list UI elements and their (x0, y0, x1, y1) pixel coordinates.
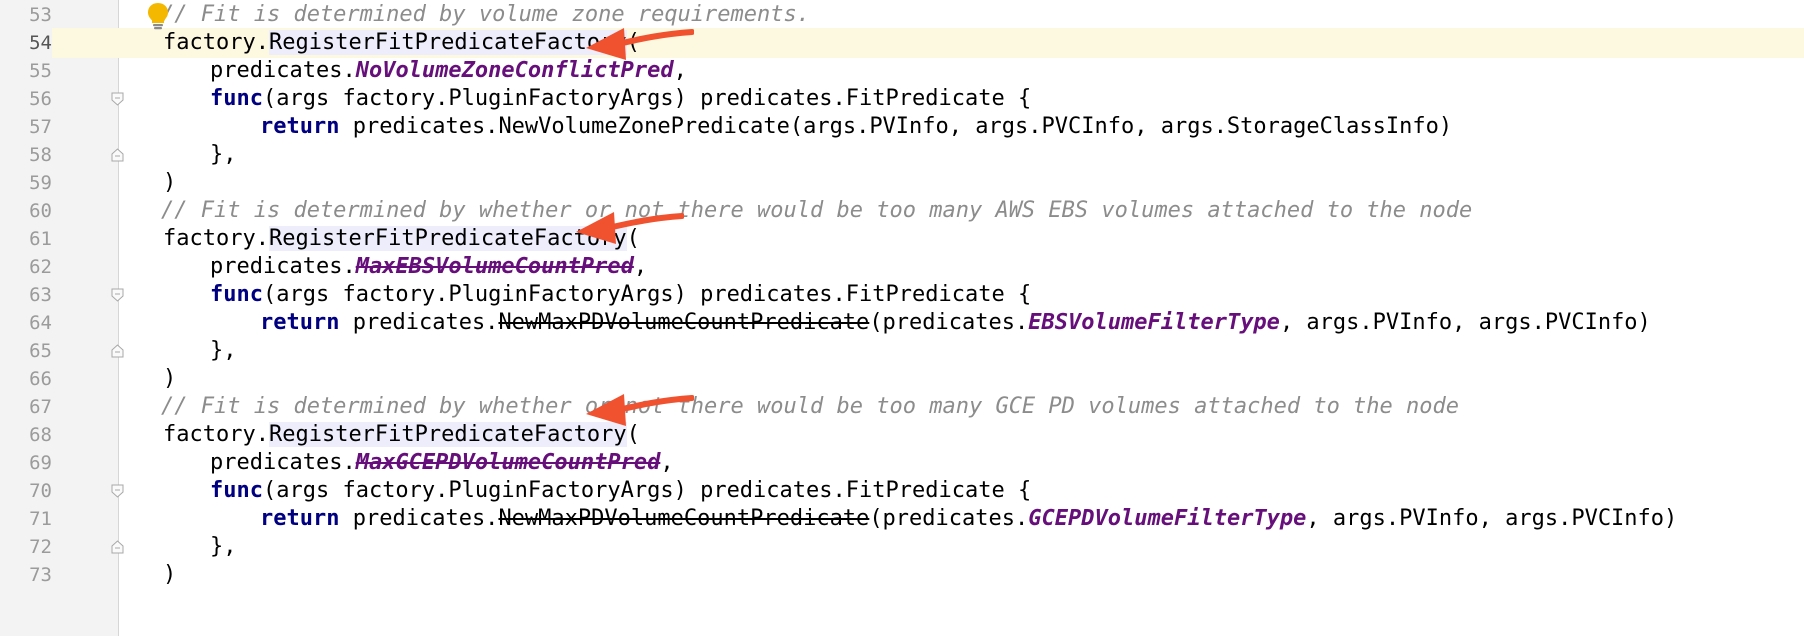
filter-type-constant[interactable]: EBSVolumeFilterType (1028, 310, 1280, 335)
code-line-70[interactable]: 70 func(args factory.PluginFactoryArgs) … (0, 476, 1804, 506)
code-text: factory.RegisterFitPredicateFactory( (163, 226, 640, 251)
lightbulb-icon[interactable] (146, 2, 170, 30)
code-line-69[interactable]: 69 predicates.MaxGCEPDVolumeCountPred, (0, 448, 1804, 478)
fold-open-icon[interactable] (111, 288, 124, 302)
line-number: 58 (29, 144, 52, 166)
line-number: 68 (29, 424, 52, 446)
code-line-73[interactable]: 73 ) (0, 560, 1804, 590)
annotation-arrow-icon (576, 212, 684, 244)
code-text: func(args factory.PluginFactoryArgs) pre… (210, 478, 1032, 503)
fold-close-icon[interactable] (111, 344, 124, 358)
code-text: func(args factory.PluginFactoryArgs) pre… (210, 86, 1032, 111)
comment: // Fit is determined by whether or not t… (161, 394, 1460, 419)
code-line-57[interactable]: 57 return predicates.NewVolumeZonePredic… (0, 112, 1804, 142)
line-number: 54 (0, 28, 52, 58)
code-text: }, (210, 142, 237, 167)
line-number: 70 (29, 480, 52, 502)
register-fit-predicate-factory[interactable]: RegisterFitPredicateFactory (268, 30, 627, 55)
line-number: 65 (29, 340, 52, 362)
code-line-56[interactable]: 56 func(args factory.PluginFactoryArgs) … (0, 84, 1804, 114)
code-line-67[interactable]: 67 // Fit is determined by whether or no… (0, 392, 1804, 422)
code-line-54[interactable]: 54 factory.RegisterFitPredicateFactory( (0, 28, 1804, 58)
code-line-65[interactable]: 65 }, (0, 336, 1804, 366)
line-number: 71 (29, 508, 52, 530)
annotation-arrow-icon (586, 394, 694, 426)
deprecated-predicate-constant[interactable]: MaxEBSVolumeCountPred (356, 254, 634, 279)
code-line-61[interactable]: 61 factory.RegisterFitPredicateFactory( (0, 224, 1804, 254)
line-number: 56 (29, 88, 52, 110)
line-number: 61 (29, 228, 52, 250)
deprecated-function[interactable]: NewMaxPDVolumeCountPredicate (498, 506, 869, 531)
fold-open-icon[interactable] (111, 484, 124, 498)
code-line-71[interactable]: 71 return predicates.NewMaxPDVolumeCount… (0, 504, 1804, 534)
line-number: 73 (29, 564, 52, 586)
register-fit-predicate-factory[interactable]: RegisterFitPredicateFactory (268, 422, 627, 447)
line-number: 57 (29, 116, 52, 138)
line-number: 66 (29, 368, 52, 390)
line-number: 53 (29, 4, 52, 26)
code-line-63[interactable]: 63 func(args factory.PluginFactoryArgs) … (0, 280, 1804, 310)
line-number: 64 (29, 312, 52, 334)
code-text: predicates.MaxGCEPDVolumeCountPred, (210, 450, 674, 475)
line-number: 72 (29, 536, 52, 558)
line-number: 62 (29, 256, 52, 278)
code-line-59[interactable]: 59 ) (0, 168, 1804, 198)
fold-close-icon[interactable] (111, 148, 124, 162)
code-line-72[interactable]: 72 }, (0, 532, 1804, 562)
comment: // Fit is determined by volume zone requ… (161, 2, 811, 27)
code-text: return predicates.NewMaxPDVolumeCountPre… (260, 506, 1678, 531)
line-number: 69 (29, 452, 52, 474)
code-text: ) (163, 366, 177, 391)
line-number: 59 (29, 172, 52, 194)
line-number: 67 (29, 396, 52, 418)
code-text: factory.RegisterFitPredicateFactory( (163, 30, 640, 55)
line-number: 55 (29, 60, 52, 82)
code-line-66[interactable]: 66 ) (0, 364, 1804, 394)
code-line-53[interactable]: 53 // Fit is determined by volume zone r… (0, 0, 1804, 30)
code-line-68[interactable]: 68 factory.RegisterFitPredicateFactory( (0, 420, 1804, 450)
code-line-60[interactable]: 60 // Fit is determined by whether or no… (0, 196, 1804, 226)
code-text: }, (210, 338, 237, 363)
register-fit-predicate-factory[interactable]: RegisterFitPredicateFactory (268, 226, 627, 251)
code-line-64[interactable]: 64 return predicates.NewMaxPDVolumeCount… (0, 308, 1804, 338)
comment: // Fit is determined by whether or not t… (161, 198, 1473, 223)
fold-close-icon[interactable] (111, 540, 124, 554)
code-editor[interactable]: 53 // Fit is determined by volume zone r… (0, 0, 1804, 636)
deprecated-predicate-constant[interactable]: MaxGCEPDVolumeCountPred (356, 450, 661, 475)
code-text: factory.RegisterFitPredicateFactory( (163, 422, 640, 447)
code-text: ) (163, 170, 177, 195)
code-text: func(args factory.PluginFactoryArgs) pre… (210, 282, 1032, 307)
code-line-55[interactable]: 55 predicates.NoVolumeZoneConflictPred, (0, 56, 1804, 86)
code-text: }, (210, 534, 237, 559)
code-text: predicates.MaxEBSVolumeCountPred, (210, 254, 648, 279)
code-text: ) (163, 562, 177, 587)
code-line-58[interactable]: 58 }, (0, 140, 1804, 170)
code-text: return predicates.NewMaxPDVolumeCountPre… (260, 310, 1651, 335)
deprecated-function[interactable]: NewMaxPDVolumeCountPredicate (498, 310, 869, 335)
fold-open-icon[interactable] (111, 92, 124, 106)
code-line-62[interactable]: 62 predicates.MaxEBSVolumeCountPred, (0, 252, 1804, 282)
code-text: return predicates.NewVolumeZonePredicate… (260, 114, 1453, 139)
line-number: 60 (29, 200, 52, 222)
filter-type-constant[interactable]: GCEPDVolumeFilterType (1028, 506, 1306, 531)
line-number: 63 (29, 284, 52, 306)
annotation-arrow-icon (586, 28, 694, 60)
